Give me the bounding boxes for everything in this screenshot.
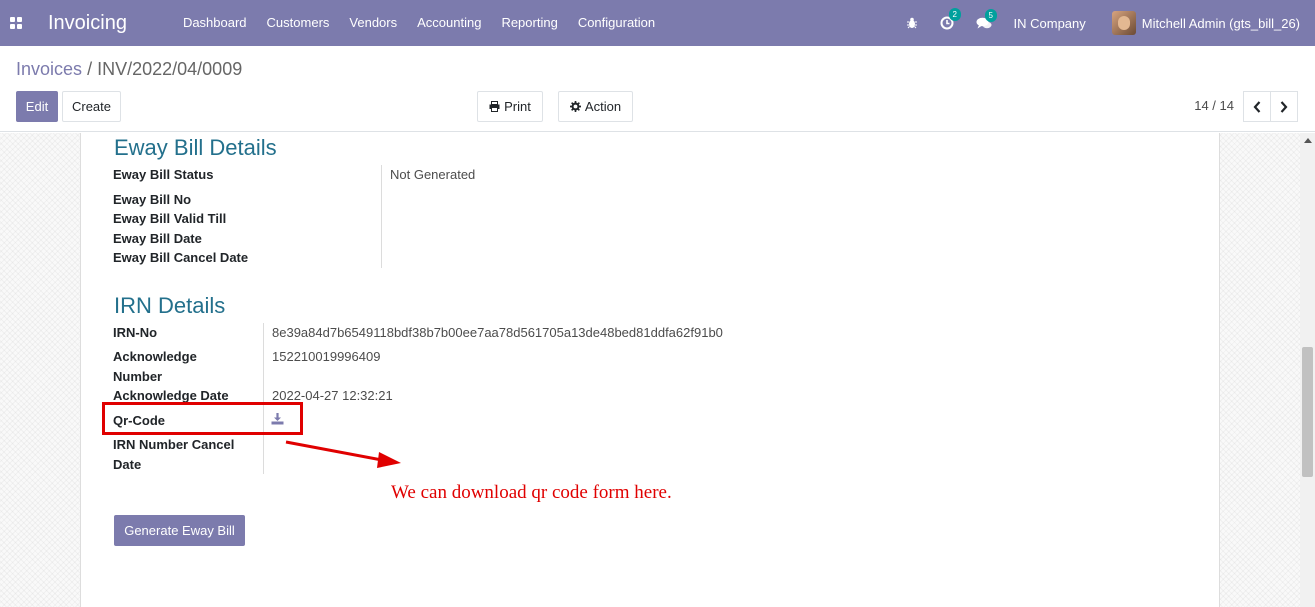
breadcrumb: Invoices / INV/2022/04/0009	[16, 59, 242, 80]
form-sheet	[80, 133, 1220, 607]
scrollbar-thumb[interactable]	[1302, 347, 1313, 477]
pager-next-button[interactable]	[1270, 91, 1298, 122]
eway-no-label: Eway Bill No	[113, 192, 192, 207]
menu-item-accounting[interactable]: Accounting	[407, 0, 491, 46]
ack-number-value: 152210019996409	[272, 349, 381, 364]
scroll-up-arrow-icon[interactable]	[1304, 138, 1312, 143]
top-navbar: Invoicing Dashboard Customers Vendors Ac…	[0, 0, 1315, 46]
apps-menu-icon[interactable]	[0, 0, 32, 46]
breadcrumb-separator: /	[87, 59, 93, 79]
ack-date-label: Acknowledge Date	[113, 388, 229, 403]
eway-divider	[381, 165, 382, 268]
main-menu: Dashboard Customers Vendors Accounting R…	[173, 0, 665, 46]
ack-date-value: 2022-04-27 12:32:21	[272, 388, 393, 403]
user-menu[interactable]: Mitchell Admin (gts_bill_26)	[1111, 11, 1300, 35]
irn-cancel-date-label-line2: Date	[113, 457, 142, 472]
irn-no-label: IRN-No	[113, 325, 158, 340]
action-label: Action	[584, 99, 622, 114]
annotation-text: We can download qr code form here.	[391, 482, 672, 503]
chevron-left-icon	[1253, 100, 1261, 113]
menu-item-customers[interactable]: Customers	[257, 0, 340, 46]
create-button[interactable]: Create	[62, 91, 121, 122]
control-panel: Invoices / INV/2022/04/0009 Edit Create …	[0, 46, 1315, 132]
action-button[interactable]: Action	[558, 91, 633, 122]
menu-item-configuration[interactable]: Configuration	[568, 0, 665, 46]
eway-cancel-date-label: Eway Bill Cancel Date	[113, 250, 249, 265]
app-name[interactable]: Invoicing	[48, 12, 127, 35]
user-avatar	[1111, 11, 1136, 35]
breadcrumb-invoices-link[interactable]: Invoices	[16, 59, 82, 79]
debug-bug-icon[interactable]	[906, 17, 918, 29]
messages-chat-icon[interactable]: 5	[976, 8, 997, 30]
ack-number-label-line2: Number	[113, 369, 163, 384]
eway-status-value: Not Generated	[390, 167, 476, 182]
generate-eway-bill-button[interactable]: Generate Eway Bill	[114, 515, 245, 546]
eway-valid-till-label: Eway Bill Valid Till	[113, 211, 227, 226]
print-label: Print	[504, 99, 531, 114]
menu-item-vendors[interactable]: Vendors	[339, 0, 407, 46]
menu-item-reporting[interactable]: Reporting	[491, 0, 567, 46]
chevron-right-icon	[1280, 100, 1288, 113]
activity-clock-icon[interactable]: 2	[940, 8, 961, 30]
user-name: Mitchell Admin (gts_bill_26)	[1141, 15, 1300, 31]
pager-previous-button[interactable]	[1243, 91, 1271, 122]
breadcrumb-current: INV/2022/04/0009	[97, 59, 243, 79]
vertical-scrollbar[interactable]	[1300, 133, 1315, 607]
gear-icon	[569, 101, 581, 112]
irn-cancel-date-label-line1: IRN Number Cancel	[113, 437, 235, 452]
messages-count-badge: 5	[984, 8, 997, 22]
ack-number-label-line1: Acknowledge	[113, 349, 197, 364]
activity-count-badge: 2	[948, 8, 961, 21]
company-switcher[interactable]: IN Company	[1014, 16, 1086, 31]
eway-bill-section-title: Eway Bill Details	[114, 135, 277, 160]
irn-divider	[263, 323, 264, 474]
print-icon	[489, 101, 500, 112]
irn-no-value: 8e39a84d7b6549118bdf38b7b00ee7aa78d56170…	[272, 325, 723, 340]
irn-section-title: IRN Details	[114, 293, 226, 318]
pager-value[interactable]: 14 / 14	[1194, 98, 1234, 113]
eway-date-label: Eway Bill Date	[113, 231, 202, 246]
menu-item-dashboard[interactable]: Dashboard	[173, 0, 257, 46]
eway-status-label: Eway Bill Status	[113, 167, 214, 182]
print-button[interactable]: Print	[477, 91, 543, 122]
annotation-highlight-box	[102, 402, 303, 435]
edit-button[interactable]: Edit	[16, 91, 58, 122]
